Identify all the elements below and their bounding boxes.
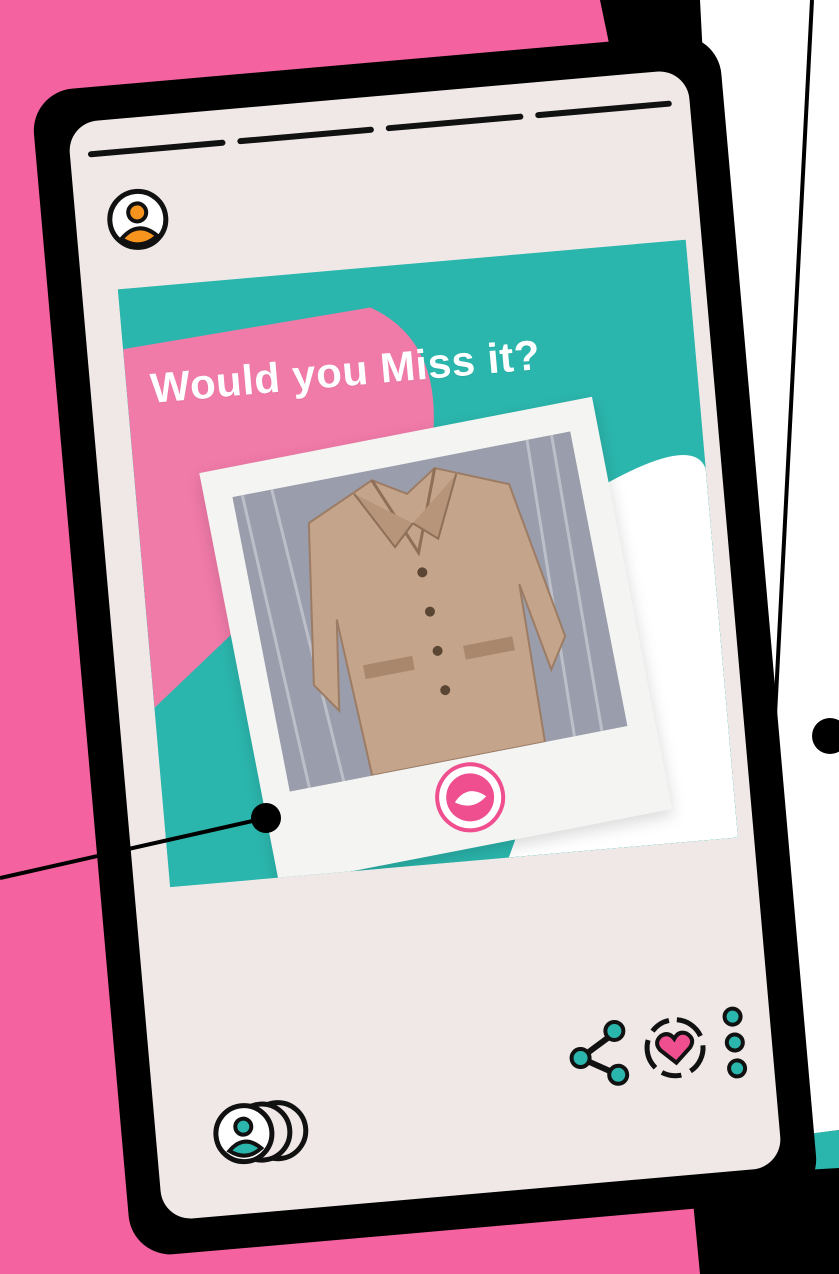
story-progress-bar — [236, 126, 375, 145]
story-actions — [563, 1003, 753, 1095]
polaroid-photo — [199, 396, 673, 886]
brand-logo-stamp — [435, 762, 506, 833]
user-circle-icon[interactable] — [103, 185, 172, 254]
phone-mockup: Would you Miss it? — [30, 32, 820, 1258]
share-icon[interactable] — [563, 1016, 633, 1093]
post-image[interactable]: Would you Miss it? — [117, 239, 738, 888]
story-progress-bar — [87, 139, 226, 158]
heart-circle-icon[interactable] — [637, 1010, 713, 1086]
story-progress-bar — [385, 113, 524, 132]
story-screen: Would you Miss it? — [67, 68, 783, 1222]
coat-illustration — [232, 431, 628, 792]
coat-photo — [232, 431, 628, 792]
more-vertical-icon[interactable] — [717, 1003, 754, 1081]
users-icon[interactable] — [203, 1092, 319, 1171]
story-progress-bar — [534, 100, 672, 119]
